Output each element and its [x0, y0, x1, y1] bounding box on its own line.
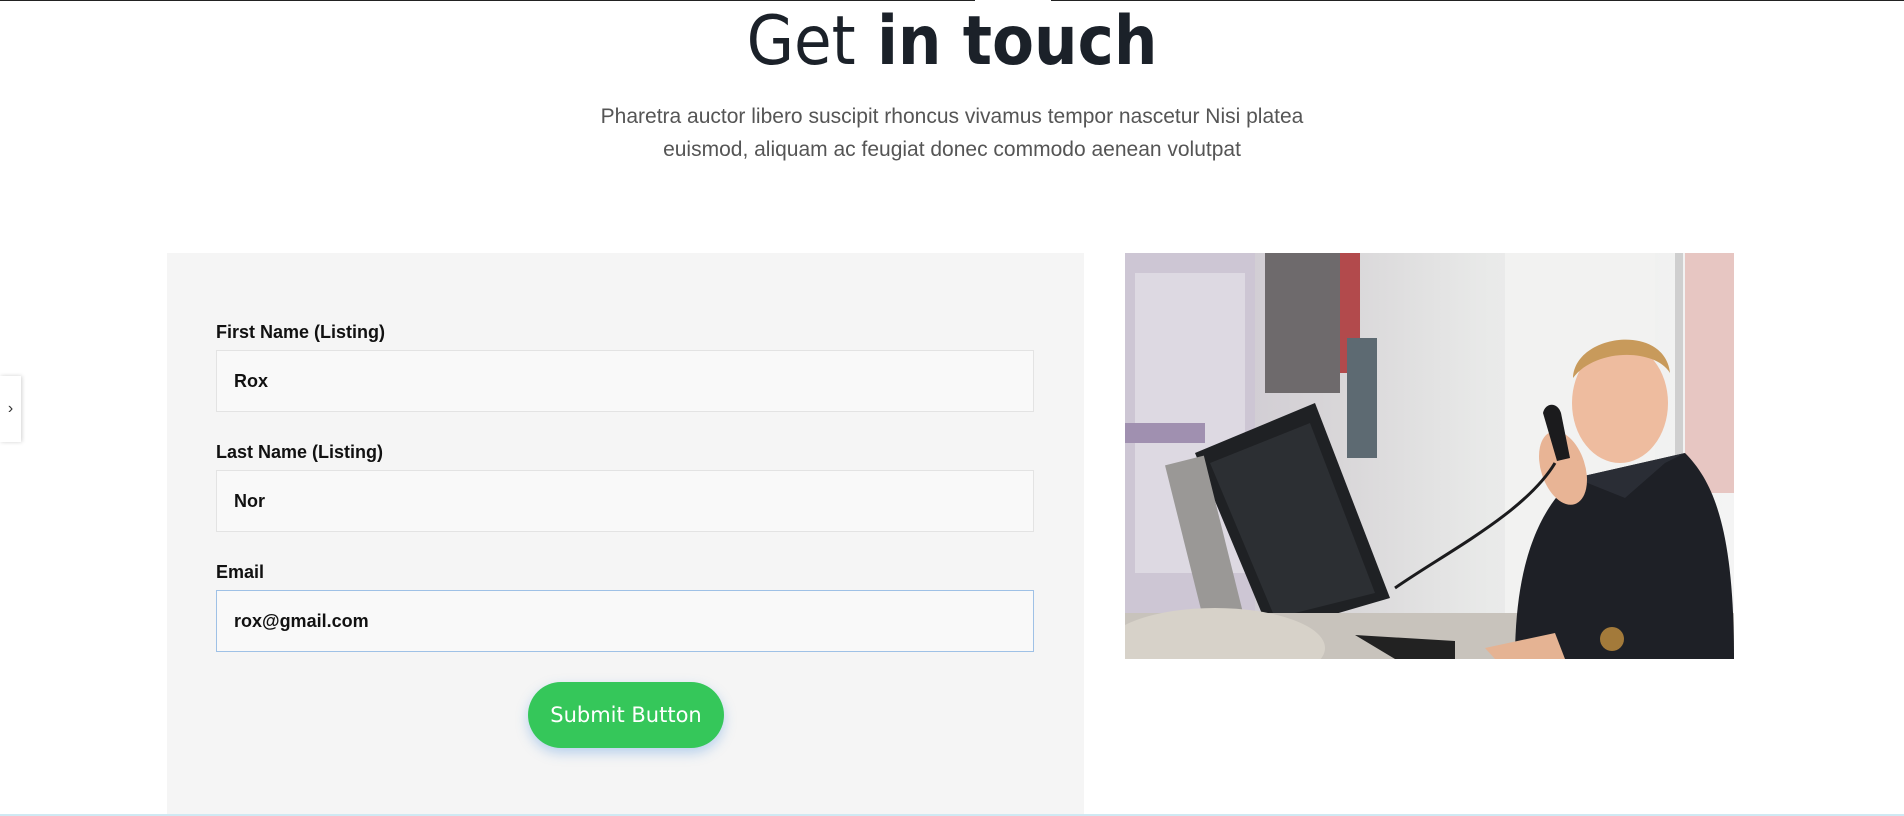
- last-name-label: Last Name (Listing): [216, 442, 384, 462]
- page-title: Get in touch: [0, 0, 1904, 84]
- submit-button[interactable]: Submit Button: [528, 682, 724, 748]
- contact-form: First Name (Listing) Last Name (Listing)…: [167, 253, 1084, 816]
- subtitle-line-2: euismod, aliquam ac feugiat donec commod…: [663, 138, 1241, 161]
- email-label: Email: [216, 562, 265, 582]
- email-input[interactable]: [216, 590, 1034, 652]
- chevron-right-icon: ›: [7, 400, 14, 417]
- first-name-input[interactable]: [216, 350, 1034, 412]
- subtitle-line-1: Pharetra auctor libero suscipit rhoncus …: [600, 105, 1304, 128]
- side-panel-toggle[interactable]: ›: [0, 376, 21, 442]
- contact-photo: [1125, 253, 1734, 659]
- title-bold: in touch: [876, 2, 1158, 81]
- last-name-input[interactable]: [216, 470, 1034, 532]
- title-light: Get: [746, 2, 856, 81]
- first-name-label: First Name (Listing): [216, 322, 386, 342]
- page-subtitle: Pharetra auctor libero suscipit rhoncus …: [560, 100, 1344, 166]
